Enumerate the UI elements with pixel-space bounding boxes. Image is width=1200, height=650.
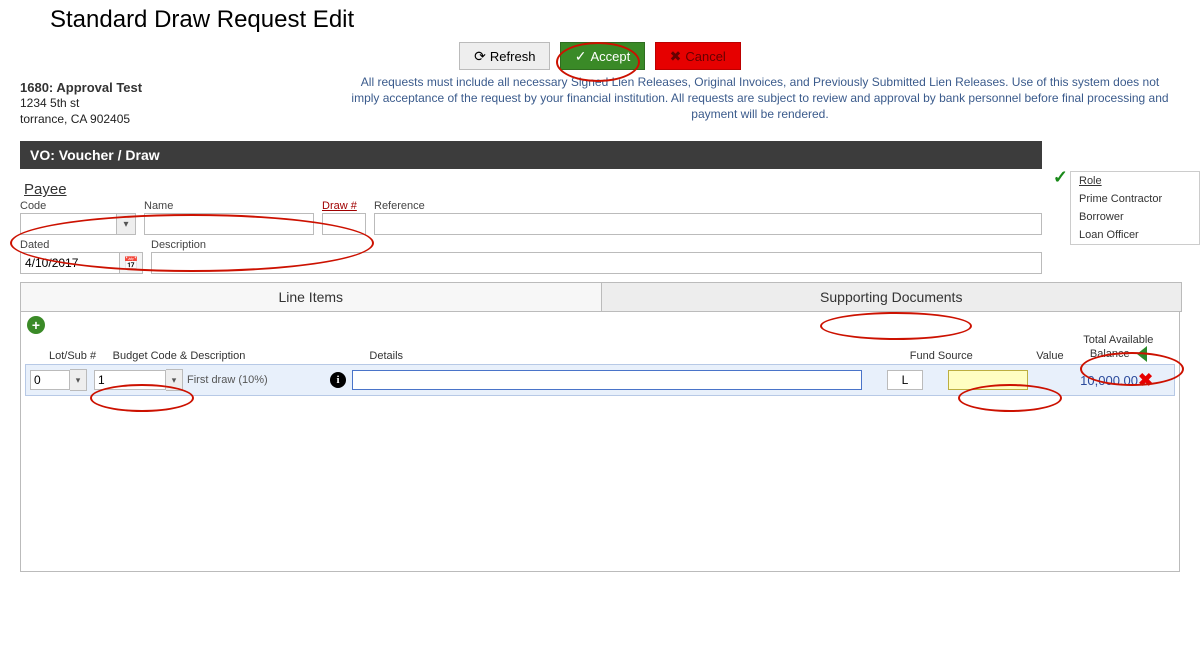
collapse-icon[interactable] (1137, 346, 1147, 362)
draw-label: Draw # (322, 200, 366, 212)
loan-addr2: torrance, CA 902405 (20, 111, 340, 127)
disclaimer-text: All requests must include all necessary … (340, 74, 1180, 123)
code-dropdown-icon[interactable]: ▾ (116, 213, 136, 235)
refresh-label: Refresh (490, 49, 536, 64)
name-label: Name (144, 200, 314, 212)
check-icon: ✓ (1053, 167, 1068, 188)
role-item-loan-officer[interactable]: Loan Officer (1071, 226, 1199, 244)
fund-input[interactable] (887, 370, 923, 390)
refresh-button[interactable]: ⟳ Refresh (459, 42, 550, 70)
role-panel: Role Prime Contractor Borrower Loan Offi… (1070, 171, 1200, 245)
budget-desc: First draw (10%) (187, 374, 268, 386)
name-input[interactable] (144, 213, 314, 235)
add-row-button[interactable]: + (27, 316, 45, 334)
loan-addr1: 1234 5th st (20, 95, 340, 111)
grid-row: ▾ ▾ First draw (10%) i 10,000.00 ✖ (25, 364, 1175, 396)
tab-line-items[interactable]: Line Items (21, 283, 601, 311)
payee-heading: Payee (24, 181, 67, 198)
reference-input[interactable] (374, 213, 1042, 235)
role-item-borrower[interactable]: Borrower (1071, 208, 1199, 226)
tab-supporting-documents[interactable]: Supporting Documents (601, 283, 1182, 311)
refresh-icon: ⟳ (474, 49, 486, 63)
details-input[interactable] (352, 370, 862, 390)
lot-dropdown-icon[interactable]: ▾ (70, 369, 87, 391)
action-toolbar: ⟳ Refresh ✓ Accept ✖ Cancel (20, 42, 1180, 70)
role-header: Role (1071, 172, 1199, 190)
col-details: Details (341, 350, 906, 362)
calendar-icon[interactable]: 📅 (120, 252, 143, 274)
cancel-label: Cancel (685, 49, 725, 64)
loan-summary: 1680: Approval Test 1234 5th st torrance… (20, 80, 340, 127)
tab-bar: Line Items Supporting Documents (20, 282, 1182, 312)
dated-label: Dated (20, 239, 143, 251)
info-icon[interactable]: i (330, 372, 346, 388)
col-lot: Lot/Sub # (27, 350, 113, 362)
lot-input[interactable] (30, 370, 70, 390)
value-input[interactable] (948, 370, 1028, 390)
col-fund: Fund Source (906, 350, 976, 362)
close-icon: ✖ (670, 49, 682, 63)
col-value: Value (976, 350, 1064, 362)
role-item-prime[interactable]: Prime Contractor (1071, 190, 1199, 208)
reference-label: Reference (374, 200, 1042, 212)
dated-input[interactable] (20, 252, 120, 274)
section-header: VO: Voucher / Draw (20, 141, 1042, 169)
page-title: Standard Draw Request Edit (50, 6, 1180, 34)
line-items-panel: + Lot/Sub # Budget Code & Description De… (20, 312, 1180, 572)
code-label: Code (20, 200, 136, 212)
col-total: Total Available Balance (1064, 334, 1173, 362)
accept-button[interactable]: ✓ Accept (560, 42, 645, 70)
budget-dropdown-icon[interactable]: ▾ (166, 369, 183, 391)
total-available: 10,000.00 (1028, 373, 1138, 388)
code-input[interactable] (20, 213, 116, 235)
description-input[interactable] (151, 252, 1042, 274)
draw-input[interactable] (322, 213, 366, 235)
delete-row-icon[interactable]: ✖ (1138, 370, 1153, 391)
cancel-button[interactable]: ✖ Cancel (655, 42, 741, 70)
loan-title: 1680: Approval Test (20, 80, 340, 95)
accept-label: Accept (591, 49, 631, 64)
budget-code-input[interactable] (94, 370, 166, 390)
check-icon: ✓ (575, 49, 587, 63)
col-budget: Budget Code & Description (113, 350, 342, 362)
grid-header: Lot/Sub # Budget Code & Description Deta… (21, 334, 1179, 364)
description-label: Description (151, 239, 1042, 251)
